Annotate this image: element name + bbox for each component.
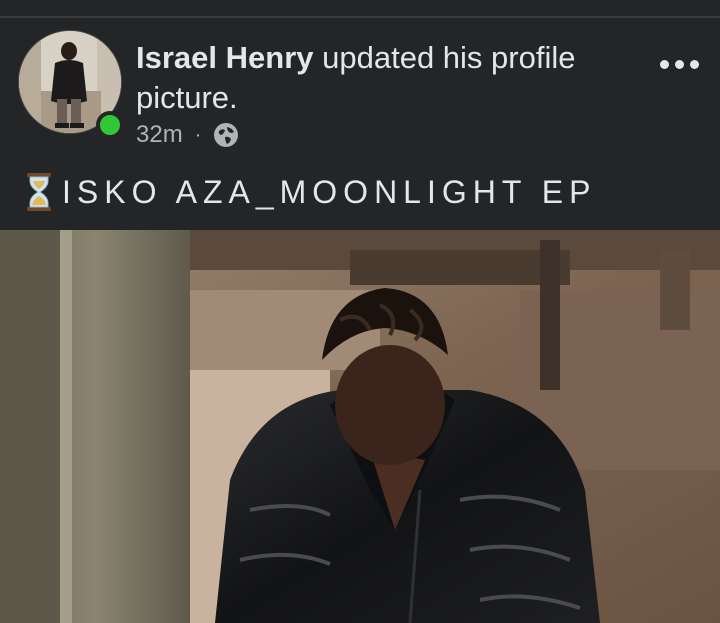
- post-time[interactable]: 32m: [136, 121, 183, 149]
- author-name[interactable]: Israel Henry: [136, 40, 314, 75]
- profile-photo-image: [0, 230, 720, 623]
- post-caption: ISKO AZA_MOONLIGHT EP: [24, 170, 596, 214]
- more-options-icon: [674, 59, 684, 69]
- author-avatar[interactable]: [18, 30, 124, 139]
- hourglass-icon: [27, 173, 51, 211]
- post-photo[interactable]: [0, 230, 720, 623]
- more-options-icon: [659, 59, 669, 69]
- divider: [0, 16, 720, 18]
- more-options-icon: [689, 59, 699, 69]
- globe-icon[interactable]: [213, 122, 239, 148]
- post-card: Israel Henry updated his profile picture…: [0, 0, 720, 623]
- post-meta: 32m ·: [136, 120, 239, 150]
- more-options-button[interactable]: [650, 50, 708, 78]
- online-status-dot: [96, 111, 124, 139]
- post-headline: Israel Henry updated his profile picture…: [136, 38, 641, 118]
- meta-separator: ·: [194, 123, 202, 146]
- caption-text: ISKO AZA_MOONLIGHT EP: [62, 173, 597, 210]
